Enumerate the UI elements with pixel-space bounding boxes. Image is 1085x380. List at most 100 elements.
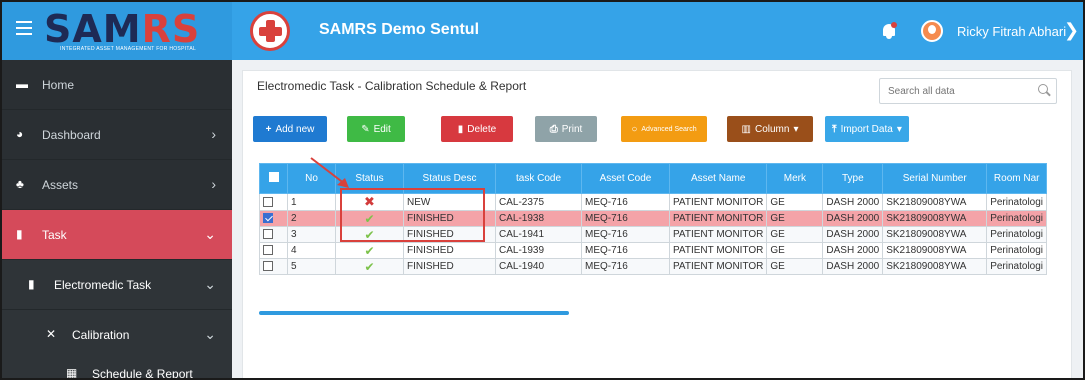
search-icon: ○ bbox=[631, 123, 638, 135]
cell-asset-name: PATIENT MONITOR bbox=[668, 210, 768, 227]
col-asset-code[interactable]: Asset Code bbox=[581, 163, 670, 194]
horizontal-scrollbar[interactable] bbox=[259, 311, 569, 315]
avatar[interactable] bbox=[921, 20, 943, 42]
sidebar-item-home[interactable]: ▬ Home bbox=[2, 60, 232, 110]
chevron-right-icon: › bbox=[211, 176, 216, 192]
cell-no: 1 bbox=[287, 193, 336, 211]
cell-asset-code: MEQ-716 bbox=[581, 242, 670, 259]
col-type[interactable]: Type bbox=[822, 163, 884, 194]
logo-tagline: INTEGRATED ASSET MANAGEMENT FOR HOSPITAL bbox=[60, 46, 197, 52]
sidebar-item-label: Home bbox=[42, 78, 75, 92]
col-asset-name[interactable]: Asset Name bbox=[668, 163, 768, 194]
cell-status: ✔ bbox=[335, 258, 404, 275]
cell-task-code: CAL-1940 bbox=[495, 258, 582, 275]
row-checkbox-cell[interactable] bbox=[259, 210, 288, 227]
search-icon[interactable] bbox=[1038, 84, 1048, 94]
row-checkbox-cell[interactable] bbox=[259, 258, 288, 275]
cell-asset-code: MEQ-716 bbox=[581, 210, 670, 227]
cell-no: 2 bbox=[287, 210, 336, 227]
cell-asset-code: MEQ-716 bbox=[581, 193, 670, 211]
cell-type: DASH 2000 bbox=[822, 258, 884, 275]
chevron-down-icon: ⌄ bbox=[204, 276, 216, 292]
sidebar-item-dashboard[interactable]: ◕ Dashboard › bbox=[2, 110, 232, 160]
row-checkbox[interactable] bbox=[263, 245, 273, 256]
col-merk[interactable]: Merk bbox=[766, 163, 824, 194]
print-button[interactable]: ⎙ Print bbox=[535, 116, 597, 142]
sidebar-item-schedule-report[interactable]: ▦ Schedule & Report bbox=[2, 349, 232, 380]
cell-serial-number: SK21809008YWA bbox=[882, 242, 988, 259]
column-button[interactable]: ▥ Column ▾ bbox=[727, 116, 813, 142]
logo[interactable]: SAMRS bbox=[44, 8, 200, 50]
dashboard-icon: ◕ bbox=[16, 127, 24, 141]
cell-room-name: Perinatologi bbox=[986, 242, 1048, 259]
check-mark-icon: ✔ bbox=[364, 259, 375, 274]
caret-down-icon: ▾ bbox=[793, 123, 799, 135]
sidebar-item-label: Calibration bbox=[72, 328, 130, 342]
edit-button[interactable]: ✎ Edit bbox=[347, 116, 405, 142]
cell-status: ✔ bbox=[335, 242, 404, 259]
user-name[interactable]: Ricky Fitrah Abhari bbox=[957, 24, 1066, 39]
calendar-icon: ▦ bbox=[66, 366, 78, 380]
row-checkbox[interactable] bbox=[263, 261, 273, 272]
cell-serial-number: SK21809008YWA bbox=[882, 226, 988, 243]
monitor-icon: ▬ bbox=[16, 77, 28, 91]
search-box[interactable] bbox=[879, 78, 1057, 104]
cell-type: DASH 2000 bbox=[822, 193, 884, 211]
row-checkbox[interactable] bbox=[263, 213, 273, 224]
cell-room-name: Perinatologi bbox=[986, 193, 1048, 211]
bell-icon[interactable] bbox=[882, 22, 897, 39]
cell-room-name: Perinatologi bbox=[986, 258, 1048, 275]
upload-icon: ⤒ bbox=[832, 123, 837, 135]
cell-room-name: Perinatologi bbox=[986, 210, 1048, 227]
trash-icon: ▮ bbox=[457, 123, 464, 135]
cell-serial-number: SK21809008YWA bbox=[882, 210, 988, 227]
cell-task-code: CAL-2375 bbox=[495, 193, 582, 211]
cubes-icon: ♣ bbox=[16, 177, 24, 191]
cell-asset-code: MEQ-716 bbox=[581, 226, 670, 243]
row-checkbox-cell[interactable] bbox=[259, 242, 288, 259]
col-room-name[interactable]: Room Nar bbox=[986, 163, 1048, 194]
col-task-code[interactable]: task Code bbox=[495, 163, 582, 194]
advanced-search-button[interactable]: ○ Advanced Search bbox=[621, 116, 707, 142]
cell-type: DASH 2000 bbox=[822, 226, 884, 243]
select-all-checkbox[interactable] bbox=[268, 172, 279, 182]
col-serial-number[interactable]: Serial Number bbox=[882, 163, 988, 194]
cell-status-desc: FINISHED bbox=[403, 242, 496, 259]
sidebar-item-label: Electromedic Task bbox=[54, 278, 152, 292]
file-icon: ▮ bbox=[28, 277, 35, 291]
cell-merk: GE bbox=[766, 258, 824, 275]
import-data-button[interactable]: ⤒ Import Data ▾ bbox=[825, 116, 909, 142]
cell-task-code: CAL-1939 bbox=[495, 242, 582, 259]
table-row[interactable]: 5 ✔ FINISHED CAL-1940 MEQ-716 PATIENT MO… bbox=[259, 258, 1048, 275]
plus-icon: + bbox=[265, 123, 272, 135]
sidebar-item-label: Schedule & Report bbox=[92, 367, 193, 380]
table-row[interactable]: 4 ✔ FINISHED CAL-1939 MEQ-716 PATIENT MO… bbox=[259, 242, 1048, 259]
row-checkbox[interactable] bbox=[263, 196, 273, 207]
cell-no: 3 bbox=[287, 226, 336, 243]
sidebar-item-label: Assets bbox=[42, 178, 79, 192]
select-all-header[interactable] bbox=[259, 163, 288, 194]
row-checkbox-cell[interactable] bbox=[259, 193, 288, 211]
cell-asset-name: PATIENT MONITOR bbox=[668, 242, 768, 259]
menu-icon[interactable] bbox=[16, 21, 32, 35]
cell-status-desc: FINISHED bbox=[403, 258, 496, 275]
sidebar-item-electromedic-task[interactable]: ▮ Electromedic Task ⌄ bbox=[2, 260, 232, 310]
tools-icon: ✕ bbox=[46, 327, 57, 341]
row-checkbox-cell[interactable] bbox=[259, 226, 288, 243]
sidebar-item-assets[interactable]: ♣ Assets › bbox=[2, 160, 232, 210]
delete-button[interactable]: ▮ Delete bbox=[441, 116, 513, 142]
cell-asset-name: PATIENT MONITOR bbox=[668, 258, 768, 275]
cell-merk: GE bbox=[766, 193, 824, 211]
hospital-cross-icon bbox=[250, 11, 290, 51]
add-new-button[interactable]: + Add new bbox=[253, 116, 327, 142]
sidebar-item-label: Task bbox=[42, 228, 67, 242]
chevron-right-icon[interactable]: ❯ bbox=[1064, 20, 1079, 41]
cell-type: DASH 2000 bbox=[822, 242, 884, 259]
row-checkbox[interactable] bbox=[263, 229, 273, 240]
sidebar-item-label: Dashboard bbox=[42, 128, 101, 142]
search-input[interactable] bbox=[888, 83, 1028, 99]
cell-serial-number: SK21809008YWA bbox=[882, 193, 988, 211]
sidebar-item-task[interactable]: ▮ Task ⌄ bbox=[2, 210, 232, 260]
cell-asset-name: PATIENT MONITOR bbox=[668, 193, 768, 211]
chevron-right-icon: › bbox=[211, 126, 216, 142]
